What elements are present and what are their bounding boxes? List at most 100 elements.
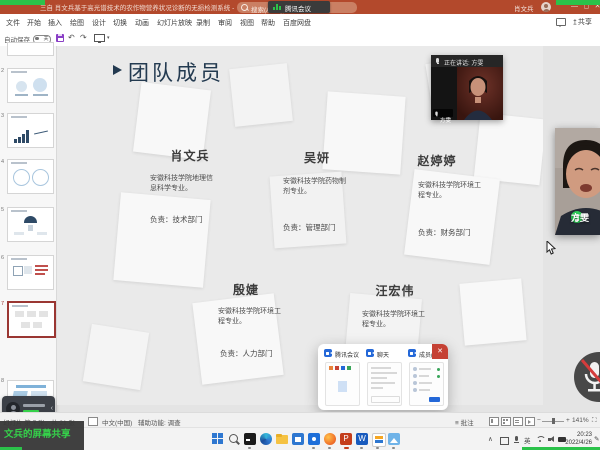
screen-share-label: 文兵的屏幕共享: [4, 426, 71, 440]
language-indicator[interactable]: 中文(中国): [102, 417, 132, 427]
mic-muted-icon: [574, 352, 600, 402]
speaker-video-panel[interactable]: 正在讲话: 方雯 方雯: [431, 55, 503, 120]
tab-help[interactable]: 帮助: [261, 18, 275, 28]
mouse-cursor: [546, 241, 556, 255]
thumb-number: 2: [1, 68, 4, 74]
start-slideshow-icon[interactable]: [94, 34, 105, 42]
dark-app-icon[interactable]: [244, 433, 256, 445]
share-icon: ↥: [572, 19, 578, 27]
share-button[interactable]: ↥共享: [572, 17, 592, 27]
comments-icon[interactable]: [556, 18, 566, 26]
member-name: 肖文兵: [150, 147, 230, 164]
preview-title: 聊天: [377, 350, 389, 359]
slide-title: 团队成员: [128, 57, 224, 87]
archiver-app-icon[interactable]: [372, 433, 386, 447]
meeting-floating-badge[interactable]: 腾讯会议: [268, 1, 330, 13]
slide-sorter-view-icon[interactable]: [501, 417, 511, 426]
slide-thumbnail-6[interactable]: [7, 255, 54, 290]
speaker-panel-header: 正在讲话: 方雯: [431, 55, 503, 67]
thumb-number: 8: [1, 378, 4, 384]
account-avatar[interactable]: [541, 2, 551, 12]
tab-home[interactable]: 开始: [27, 18, 41, 28]
collapse-chevron-icon[interactable]: ‹: [51, 405, 53, 412]
screen-share-indicator[interactable]: 文兵的屏幕共享: [0, 421, 84, 450]
slide-thumbnail-7-selected[interactable]: [7, 301, 56, 338]
accessibility-status[interactable]: 辅助功能: 调查: [138, 417, 181, 427]
tab-slideshow[interactable]: 幻灯片放映: [157, 18, 192, 28]
word-icon[interactable]: W: [356, 433, 368, 445]
redo-icon[interactable]: ↷: [80, 33, 87, 42]
undo-icon[interactable]: ↶: [68, 33, 75, 42]
zoom-level[interactable]: 141%: [572, 417, 589, 424]
firefox-icon[interactable]: [324, 433, 336, 445]
thumb-number: 3: [1, 113, 4, 119]
slide-thumbnail-2[interactable]: [7, 68, 54, 103]
reading-view-icon[interactable]: [513, 417, 523, 426]
tab-record[interactable]: 录制: [196, 18, 210, 28]
account-name[interactable]: 肖文兵: [514, 3, 534, 13]
search-icon: [241, 4, 248, 11]
speaker-name-tag: 方雯: [433, 109, 453, 117]
slide-thumbnail-5[interactable]: [7, 207, 54, 242]
file-explorer-icon[interactable]: [276, 433, 288, 445]
start-button[interactable]: [212, 433, 224, 445]
ime-indicator[interactable]: 英: [524, 435, 531, 445]
store-app-icon[interactable]: [292, 433, 304, 445]
tab-transitions[interactable]: 切换: [113, 18, 127, 28]
running-indicator: [392, 447, 395, 449]
search-taskbar-icon[interactable]: [228, 433, 240, 445]
meeting-app-icon: [366, 349, 374, 357]
tab-insert[interactable]: 插入: [48, 18, 62, 28]
mic-icon: [436, 58, 439, 63]
preview-chat-window[interactable]: 聊天: [366, 349, 404, 405]
preview-thumbnail[interactable]: [325, 362, 360, 406]
slide-tile: [83, 324, 149, 390]
zoom-out-button[interactable]: −: [537, 417, 541, 424]
pen-tray-icon[interactable]: ✎: [594, 435, 599, 443]
fit-to-window-icon[interactable]: ⛶: [592, 417, 597, 425]
taskbar-clock[interactable]: 20:23 2022/4/26: [556, 431, 592, 447]
member-desc: 安徽科技学院环境工程专业。: [418, 181, 484, 201]
speaking-header-label: 正在讲话: 方雯: [444, 58, 483, 67]
running-indicator: [360, 447, 363, 449]
photos-app-icon[interactable]: [388, 433, 400, 445]
tab-review[interactable]: 审阅: [218, 18, 232, 28]
slideshow-view-icon[interactable]: [525, 417, 535, 426]
preview-thumbnail[interactable]: [367, 362, 402, 406]
normal-view-icon[interactable]: [489, 417, 499, 426]
preview-main-window[interactable]: 腾讯会议: [324, 349, 362, 405]
slide-thumbnail-3[interactable]: [7, 113, 54, 148]
mic-level-icon: [273, 4, 281, 10]
running-indicator: [248, 447, 251, 449]
preview-close-button[interactable]: ✕: [432, 344, 448, 359]
preview-thumbnail[interactable]: [409, 362, 444, 406]
tray-app-icon[interactable]: [500, 437, 509, 445]
powerpoint-icon[interactable]: P: [340, 433, 352, 445]
mic-muted-indicator[interactable]: [574, 352, 600, 402]
accessibility-checker-icon[interactable]: [88, 417, 98, 426]
blue-app-icon[interactable]: [308, 433, 320, 445]
notes-toggle[interactable]: ≡ 批注: [455, 417, 474, 427]
document-title: 三自 肖文兵基于高光谱技术的农作物营养状况诊断的无损检测系统 -: [40, 2, 234, 12]
meeting-windows-preview-popup[interactable]: 腾讯会议 聊天 成员(58): [318, 344, 448, 410]
tab-file[interactable]: 文件: [6, 18, 20, 28]
slide-thumbnail-partial[interactable]: [7, 42, 54, 56]
slide-thumbnail-panel: 2 3 4 5 6: [0, 46, 57, 412]
save-icon[interactable]: [56, 34, 64, 42]
customize-qat-icon[interactable]: ▾: [107, 35, 110, 41]
zoom-in-button[interactable]: +: [566, 417, 570, 424]
tab-view[interactable]: 视图: [240, 18, 254, 28]
thumb-number: 6: [1, 255, 4, 261]
running-indicator-active: [344, 447, 349, 449]
tray-expand-chevron[interactable]: ∧: [488, 435, 493, 443]
meeting-app-icon: [324, 349, 332, 357]
slide-thumbnail-4[interactable]: [7, 159, 54, 194]
tab-baidu-netdisk[interactable]: 百度网盘: [283, 18, 311, 28]
edge-browser-icon[interactable]: [260, 433, 272, 445]
tab-animations[interactable]: 动画: [135, 18, 149, 28]
running-indicator: [376, 447, 379, 449]
tab-draw[interactable]: 绘图: [70, 18, 84, 28]
tab-design[interactable]: 设计: [92, 18, 106, 28]
zoom-slider-thumb[interactable]: [552, 418, 555, 424]
member-name: 吴妍: [287, 149, 347, 166]
